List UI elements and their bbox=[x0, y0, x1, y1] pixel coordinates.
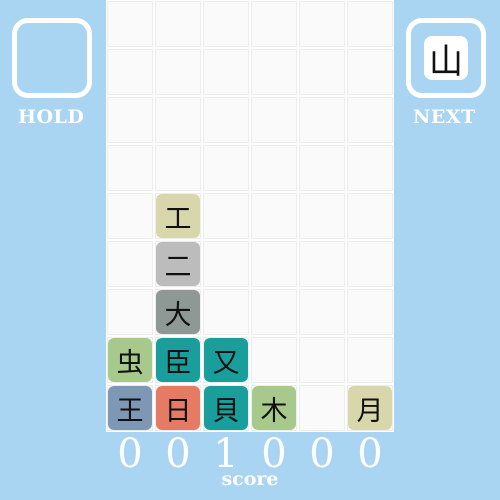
board-cell bbox=[299, 97, 345, 143]
board-cell bbox=[299, 385, 345, 431]
board-cell bbox=[203, 49, 249, 95]
board-cell bbox=[203, 241, 249, 287]
board-cell bbox=[155, 145, 201, 191]
board-cell bbox=[347, 337, 393, 383]
block-tile: 臣 bbox=[156, 338, 200, 382]
board-cell bbox=[107, 1, 153, 47]
block-tile: 大 bbox=[156, 290, 200, 334]
block-tile: 日 bbox=[156, 386, 200, 430]
board-cell bbox=[299, 337, 345, 383]
block-tile: 月 bbox=[348, 386, 392, 430]
block-tile: 木 bbox=[252, 386, 296, 430]
board-cell bbox=[251, 241, 297, 287]
game-board[interactable]: 工二大虫臣又王日貝木 月 bbox=[106, 0, 394, 432]
block-tile: 工 bbox=[156, 194, 200, 238]
board-cell bbox=[299, 145, 345, 191]
board-cell bbox=[107, 97, 153, 143]
block-tile: 貝 bbox=[204, 386, 248, 430]
board-cell bbox=[347, 193, 393, 239]
board-cell bbox=[203, 1, 249, 47]
board-cell bbox=[299, 193, 345, 239]
board-cell bbox=[251, 97, 297, 143]
board-cell bbox=[203, 289, 249, 335]
block-tile: 又 bbox=[204, 338, 248, 382]
block-tile: 虫 bbox=[108, 338, 152, 382]
hold-slot[interactable] bbox=[12, 18, 92, 98]
board-cell bbox=[251, 289, 297, 335]
next-label: NEXT bbox=[413, 106, 476, 128]
board-cell bbox=[107, 289, 153, 335]
board-cell bbox=[107, 145, 153, 191]
board-cell bbox=[251, 49, 297, 95]
board-cell bbox=[299, 1, 345, 47]
board-cell bbox=[299, 241, 345, 287]
board-cell bbox=[299, 49, 345, 95]
board-cell bbox=[299, 289, 345, 335]
board-cell bbox=[155, 1, 201, 47]
board-cell bbox=[347, 241, 393, 287]
board-cell bbox=[347, 145, 393, 191]
board-cell bbox=[107, 49, 153, 95]
board-cell bbox=[203, 97, 249, 143]
block-tile: 二 bbox=[156, 242, 200, 286]
board-cell bbox=[251, 337, 297, 383]
board-cell bbox=[251, 193, 297, 239]
board-cell bbox=[251, 1, 297, 47]
board-cell bbox=[347, 289, 393, 335]
board-cell bbox=[251, 145, 297, 191]
board-cell bbox=[107, 193, 153, 239]
board-cell bbox=[203, 193, 249, 239]
board-cell bbox=[155, 97, 201, 143]
board-cell bbox=[107, 241, 153, 287]
board-cell bbox=[347, 1, 393, 47]
board-cell bbox=[347, 49, 393, 95]
block-tile: 王 bbox=[108, 386, 152, 430]
hold-label: HOLD bbox=[18, 106, 85, 128]
board-cell bbox=[347, 97, 393, 143]
score-label: score bbox=[221, 468, 279, 490]
board-cell bbox=[203, 145, 249, 191]
board-cell bbox=[155, 49, 201, 95]
next-slot: 山 bbox=[406, 18, 486, 98]
next-piece: 山 bbox=[424, 36, 468, 82]
